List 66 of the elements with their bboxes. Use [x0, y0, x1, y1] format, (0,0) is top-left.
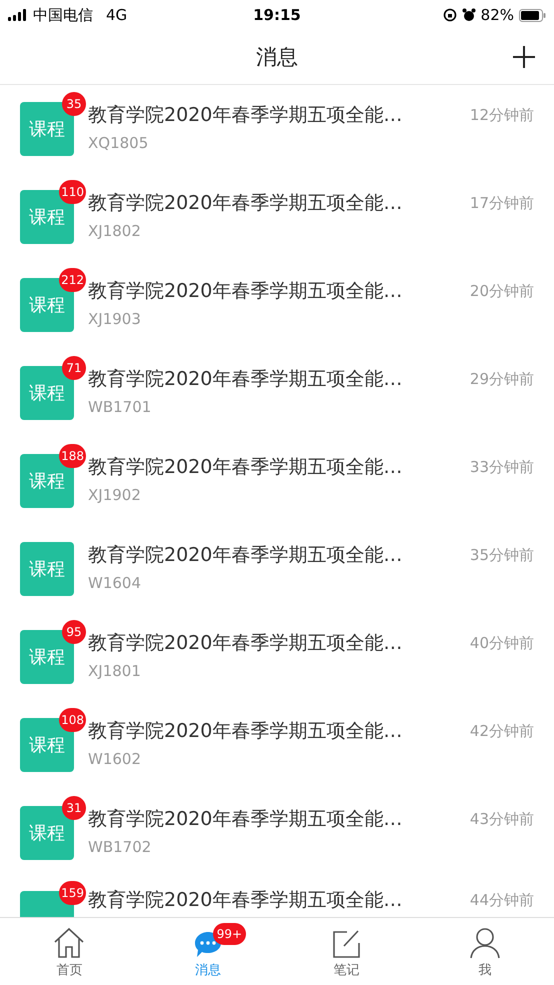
- course-icon: 课程: [20, 542, 74, 596]
- unread-badge: 71: [62, 356, 86, 380]
- unread-badge: 159: [59, 881, 86, 905]
- unread-badge: 31: [62, 796, 86, 820]
- unread-badge: 108: [59, 708, 86, 732]
- message-time: 42分钟前: [470, 722, 534, 740]
- page-title: 消息: [256, 44, 298, 71]
- message-time: 40分钟前: [470, 634, 534, 652]
- message-time: 17分钟前: [470, 194, 534, 212]
- course-code: W1602: [88, 750, 142, 768]
- tab-item[interactable]: 首页: [0, 918, 138, 985]
- user-icon: [470, 926, 500, 958]
- message-item[interactable]: 课程 212 教育学院2020年春季学期五项全能… 20分钟前 XJ1903: [0, 261, 554, 349]
- course-code: WB1702: [88, 838, 152, 856]
- course-code: XJ1801: [88, 662, 142, 680]
- course-code: XJ1902: [88, 486, 142, 504]
- unread-badge: 212: [59, 268, 86, 292]
- battery-percent: 82%: [480, 6, 514, 24]
- message-title: 教育学院2020年春季学期五项全能…: [88, 191, 402, 216]
- message-time: 33分钟前: [470, 458, 534, 476]
- course-code: XJ1802: [88, 222, 142, 240]
- unread-badge: 188: [59, 444, 86, 468]
- tab-item[interactable]: 笔记: [277, 918, 416, 985]
- add-icon[interactable]: [512, 45, 536, 69]
- tab-item[interactable]: 99+ 消息: [138, 918, 277, 985]
- message-item[interactable]: 课程 95 教育学院2020年春季学期五项全能… 40分钟前 XJ1801: [0, 613, 554, 701]
- course-code: XJ1903: [88, 310, 142, 328]
- message-title: 教育学院2020年春季学期五项全能…: [88, 279, 402, 304]
- message-title: 教育学院2020年春季学期五项全能…: [88, 888, 402, 913]
- message-item[interactable]: 课程 188 教育学院2020年春季学期五项全能… 33分钟前 XJ1902: [0, 437, 554, 525]
- network-type: 4G: [106, 6, 128, 24]
- message-title: 教育学院2020年春季学期五项全能…: [88, 103, 402, 128]
- alarm-clock-icon: [462, 8, 476, 22]
- message-item[interactable]: 课程 110 教育学院2020年春季学期五项全能… 17分钟前 XJ1802: [0, 173, 554, 261]
- message-title: 教育学院2020年春季学期五项全能…: [88, 807, 402, 832]
- message-time: 35分钟前: [470, 546, 534, 564]
- message-item[interactable]: 课程 71 教育学院2020年春季学期五项全能… 29分钟前 WB1701: [0, 349, 554, 437]
- clock-time: 19:15: [253, 6, 301, 24]
- tab-item[interactable]: 我: [416, 918, 554, 985]
- message-item[interactable]: 课程 35 教育学院2020年春季学期五项全能… 12分钟前 XQ1805: [0, 85, 554, 173]
- carrier-name: 中国电信: [33, 6, 93, 24]
- message-item[interactable]: 课程 108 教育学院2020年春季学期五项全能… 42分钟前 W1602: [0, 701, 554, 789]
- message-title: 教育学院2020年春季学期五项全能…: [88, 455, 402, 480]
- course-code: W1604: [88, 574, 142, 592]
- unread-badge: 35: [62, 92, 86, 116]
- message-time: 43分钟前: [470, 810, 534, 828]
- message-title: 教育学院2020年春季学期五项全能…: [88, 543, 402, 568]
- message-time: 29分钟前: [470, 370, 534, 388]
- course-code: XQ1805: [88, 134, 150, 152]
- unread-badge: 95: [62, 620, 86, 644]
- message-time: 20分钟前: [470, 282, 534, 300]
- message-time: 44分钟前: [470, 890, 534, 910]
- signal-icon: [8, 9, 28, 21]
- home-icon: [53, 926, 86, 958]
- message-time: 12分钟前: [470, 106, 534, 124]
- message-item[interactable]: 课程 教育学院2020年春季学期五项全能… 35分钟前 W1604: [0, 525, 554, 613]
- edit-icon: [331, 928, 362, 958]
- message-title: 教育学院2020年春季学期五项全能…: [88, 719, 402, 744]
- course-code: WB1701: [88, 398, 152, 416]
- battery-icon: [519, 8, 546, 22]
- message-item[interactable]: 课程 31 教育学院2020年春季学期五项全能… 43分钟前 WB1702: [0, 789, 554, 877]
- unread-badge: 99+: [212, 922, 246, 944]
- message-title: 教育学院2020年春季学期五项全能…: [88, 367, 402, 392]
- message-title: 教育学院2020年春季学期五项全能…: [88, 631, 402, 656]
- rotation-lock-icon: [442, 8, 457, 22]
- unread-badge: 110: [59, 180, 86, 204]
